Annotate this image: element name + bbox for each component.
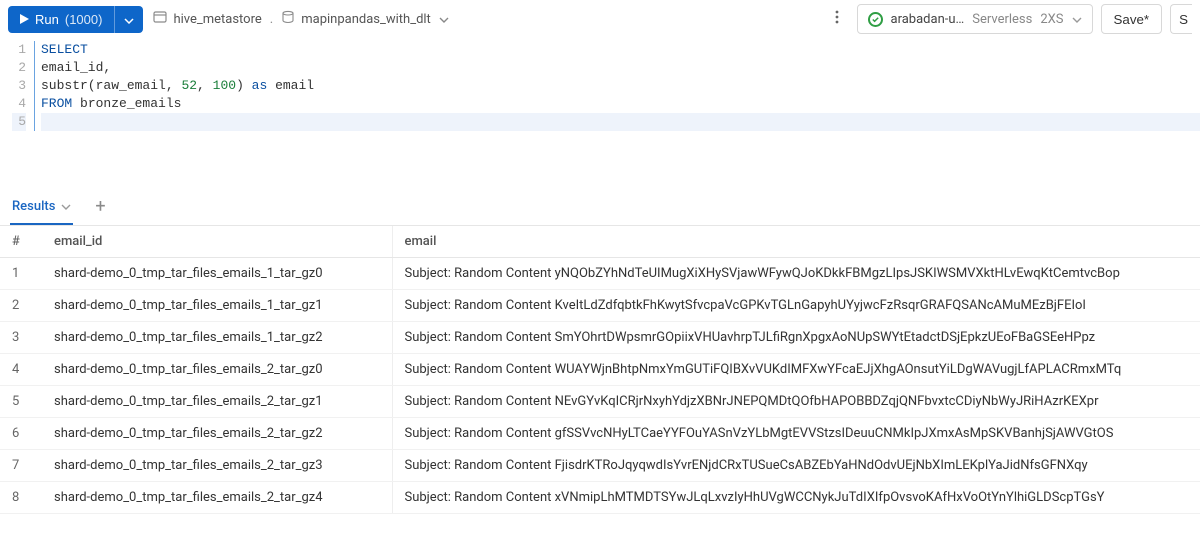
cell-email-id: shard-demo_0_tmp_tar_files_emails_1_tar_… — [42, 290, 392, 322]
status-ok-icon — [868, 12, 883, 27]
save-button[interactable]: Save* — [1101, 4, 1163, 34]
sql-editor[interactable]: 12345 SELECTemail_id,substr(raw_email, 5… — [0, 40, 1200, 131]
database-icon — [281, 10, 295, 28]
row-index: 5 — [0, 386, 42, 418]
cell-email: Subject: Random Content gfSSVvcNHyLTCaeY… — [392, 418, 1200, 450]
table-row[interactable]: 6shard-demo_0_tmp_tar_files_emails_2_tar… — [0, 418, 1200, 450]
col-header-email[interactable]: email — [392, 226, 1200, 258]
cell-email-id: shard-demo_0_tmp_tar_files_emails_2_tar_… — [42, 482, 392, 514]
share-label: S — [1179, 12, 1188, 27]
run-button[interactable]: Run (1000) — [8, 6, 114, 33]
table-row[interactable]: 5shard-demo_0_tmp_tar_files_emails_2_tar… — [0, 386, 1200, 418]
cluster-name: arabadan-u… — [891, 12, 965, 27]
cell-email-id: shard-demo_0_tmp_tar_files_emails_2_tar_… — [42, 386, 392, 418]
results-table: # email_id email 1shard-demo_0_tmp_tar_f… — [0, 226, 1200, 514]
row-index: 6 — [0, 418, 42, 450]
row-index: 7 — [0, 450, 42, 482]
col-header-email-id[interactable]: email_id — [42, 226, 392, 258]
chevron-down-icon — [439, 12, 449, 27]
cell-email: Subject: Random Content WUAYWjnBhtpNmxYm… — [392, 354, 1200, 386]
row-index: 1 — [0, 258, 42, 290]
chevron-down-icon — [124, 12, 134, 27]
run-dropdown-button[interactable] — [114, 6, 143, 33]
editor-gutter: 12345 — [0, 41, 34, 131]
row-index: 4 — [0, 354, 42, 386]
table-row[interactable]: 7shard-demo_0_tmp_tar_files_emails_2_tar… — [0, 450, 1200, 482]
breadcrumb[interactable]: hive_metastore . mapinpandas_with_dlt — [151, 6, 450, 32]
top-toolbar: Run (1000) hive_metastore . mapinpandas_… — [0, 0, 1200, 38]
row-index: 2 — [0, 290, 42, 322]
run-label: Run — [35, 12, 59, 27]
cluster-type: Serverless — [972, 12, 1032, 27]
compute-selector[interactable]: arabadan-u… Serverless 2XS — [857, 4, 1093, 34]
table-row[interactable]: 1shard-demo_0_tmp_tar_files_emails_1_tar… — [0, 258, 1200, 290]
cell-email: Subject: Random Content KveItLdZdfqbtkFh… — [392, 290, 1200, 322]
more-actions-button[interactable] — [825, 5, 849, 33]
play-icon — [20, 12, 29, 27]
results-tab-bar: Results + — [0, 189, 1200, 226]
cell-email-id: shard-demo_0_tmp_tar_files_emails_1_tar_… — [42, 322, 392, 354]
run-button-group: Run (1000) — [8, 6, 143, 33]
breadcrumb-table: mapinpandas_with_dlt — [301, 12, 431, 27]
cell-email: Subject: Random Content SmYOhrtDWpsmrGOp… — [392, 322, 1200, 354]
table-row[interactable]: 8shard-demo_0_tmp_tar_files_emails_2_tar… — [0, 482, 1200, 514]
kebab-icon — [835, 10, 839, 28]
plus-icon: + — [95, 196, 105, 217]
row-index: 8 — [0, 482, 42, 514]
cell-email-id: shard-demo_0_tmp_tar_files_emails_2_tar_… — [42, 450, 392, 482]
breadcrumb-catalog: hive_metastore — [173, 12, 261, 27]
cell-email-id: shard-demo_0_tmp_tar_files_emails_2_tar_… — [42, 354, 392, 386]
col-header-index[interactable]: # — [0, 226, 42, 258]
cell-email-id: shard-demo_0_tmp_tar_files_emails_1_tar_… — [42, 258, 392, 290]
row-index: 3 — [0, 322, 42, 354]
share-button-partial[interactable]: S — [1170, 4, 1192, 34]
run-count: (1000) — [65, 12, 103, 27]
results-header-row: # email_id email — [0, 226, 1200, 258]
add-tab-button[interactable]: + — [91, 194, 109, 220]
cell-email: Subject: Random Content xVNmipLhMTMDTSYw… — [392, 482, 1200, 514]
tab-results[interactable]: Results — [10, 189, 73, 225]
table-row[interactable]: 2shard-demo_0_tmp_tar_files_emails_1_tar… — [0, 290, 1200, 322]
editor-code[interactable]: SELECTemail_id,substr(raw_email, 52, 100… — [34, 41, 1200, 131]
tab-results-label: Results — [12, 199, 55, 214]
chevron-down-icon — [1072, 12, 1082, 27]
cell-email: Subject: Random Content FjisdrKTRoJqyqwd… — [392, 450, 1200, 482]
breadcrumb-separator: . — [270, 12, 273, 27]
cell-email: Subject: Random Content NEvGYvKqICRjrNxy… — [392, 386, 1200, 418]
table-row[interactable]: 3shard-demo_0_tmp_tar_files_emails_1_tar… — [0, 322, 1200, 354]
chevron-down-icon — [61, 199, 71, 214]
save-label: Save* — [1114, 12, 1150, 27]
catalog-icon — [153, 10, 167, 28]
table-row[interactable]: 4shard-demo_0_tmp_tar_files_emails_2_tar… — [0, 354, 1200, 386]
cell-email-id: shard-demo_0_tmp_tar_files_emails_2_tar_… — [42, 418, 392, 450]
cell-email: Subject: Random Content yNQObZYhNdTeUIMu… — [392, 258, 1200, 290]
cluster-size: 2XS — [1040, 12, 1063, 27]
